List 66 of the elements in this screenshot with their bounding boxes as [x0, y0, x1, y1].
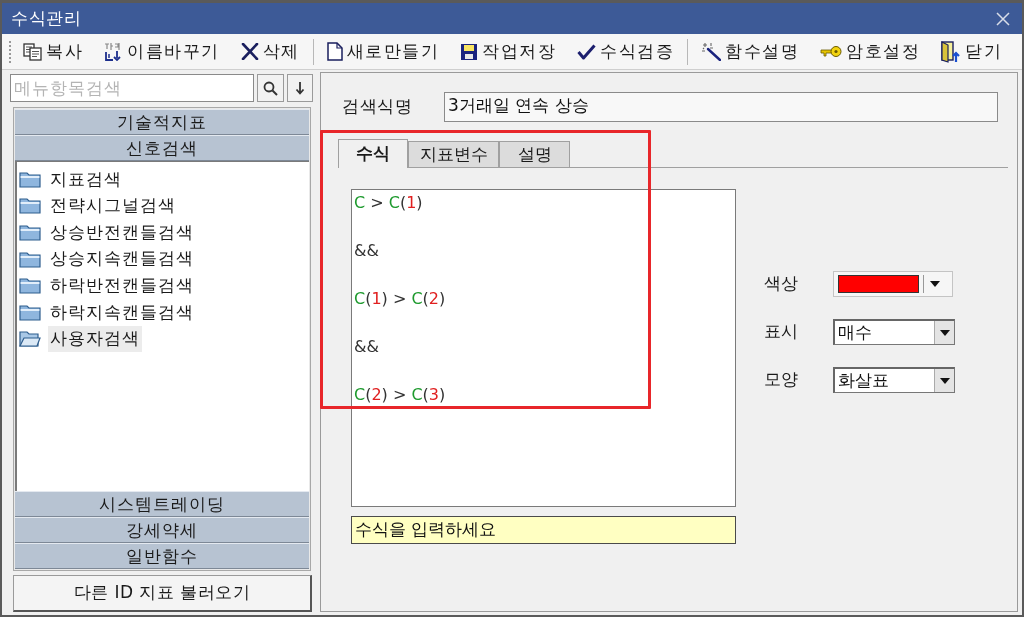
tree-item[interactable]: 하락지속캔들검색	[19, 298, 309, 326]
check-icon	[577, 43, 596, 60]
caret-icon	[930, 281, 940, 287]
search-button[interactable]	[257, 74, 284, 102]
down-button[interactable]	[287, 74, 313, 102]
load-button[interactable]: 다른 ID 지표 불러오기	[13, 575, 312, 612]
password-button[interactable]: 암호설정	[819, 36, 921, 67]
folder-icon	[19, 277, 41, 295]
new-button[interactable]: 새로만들기	[325, 36, 440, 67]
folder-icon	[19, 250, 41, 268]
window-title: 수식관리	[11, 10, 81, 27]
cross-icon	[240, 43, 259, 60]
tree-item[interactable]: 상승반전캔들검색	[19, 219, 309, 246]
caret-icon	[939, 329, 950, 336]
page-icon	[326, 42, 343, 61]
delete-button[interactable]: 삭제	[239, 36, 301, 67]
property-label: 색상	[764, 272, 799, 296]
folder-icon	[19, 197, 41, 215]
letters-arrow-icon	[104, 42, 123, 61]
grip-handle[interactable]	[8, 39, 12, 64]
verify-button[interactable]: 수식검증	[576, 36, 675, 67]
open-folder-icon	[19, 330, 41, 348]
tree-item[interactable]: 하락반전캔들검색	[19, 272, 309, 299]
section-header[interactable]: 시스템트레이딩	[15, 491, 309, 517]
section-header[interactable]: 기술적지표	[15, 109, 309, 135]
section-header[interactable]: 강세약세	[15, 517, 309, 543]
search-field[interactable]: 메뉴항목검색	[10, 74, 254, 102]
copy-button[interactable]: 복사	[22, 36, 84, 67]
tree-item[interactable]: 사용자검색	[19, 325, 309, 353]
hint-field: 수식을 입력하세요	[351, 516, 736, 544]
tab[interactable]: 설명	[499, 141, 570, 167]
tree-item[interactable]: 지표검색	[19, 166, 309, 193]
formula-line: C(2) > C(3)	[354, 384, 446, 406]
tab[interactable]: 수식	[338, 139, 408, 168]
tree-item[interactable]: 상승지속캔들검색	[19, 245, 309, 273]
property-label: 모양	[764, 368, 799, 392]
key-icon	[820, 45, 842, 58]
property-label: 표시	[764, 320, 799, 344]
door-arrow-icon	[941, 40, 961, 63]
color-dropdown[interactable]	[833, 271, 953, 297]
name-field[interactable]: 3거래일 연속 상승	[444, 92, 998, 122]
dropdown[interactable]: 매수	[833, 319, 955, 345]
copy-icon	[23, 42, 42, 61]
tree-item[interactable]: 전략시그널검색	[19, 192, 309, 220]
caret-icon	[939, 377, 950, 384]
close-icon[interactable]	[996, 11, 1010, 26]
formula-line: &&	[354, 240, 379, 262]
folder-icon	[19, 303, 41, 321]
save-button[interactable]: 작업저장	[459, 36, 557, 67]
close-button[interactable]: 닫기	[940, 36, 1003, 67]
section-header[interactable]: 일반함수	[15, 543, 309, 569]
section-header[interactable]: 신호검색	[15, 135, 309, 161]
formula-line: C > C(1)	[354, 192, 423, 214]
dropdown[interactable]: 화살표	[833, 367, 955, 393]
folder-icon	[19, 224, 41, 241]
function-help-button[interactable]: 함수설명	[700, 36, 800, 67]
name-label: 검색식명	[341, 95, 413, 119]
down-arrow-icon	[295, 81, 305, 95]
tab[interactable]: 지표변수	[408, 141, 499, 167]
magic-wand-icon	[701, 42, 721, 61]
formula-line: &&	[354, 336, 379, 358]
folder-icon	[19, 170, 41, 188]
formula-editor[interactable]: C > C(1) && C(1) > C(2) && C(2) > C(3)	[351, 189, 736, 507]
formula-line: C(1) > C(2)	[354, 288, 446, 310]
search-icon	[263, 80, 278, 96]
rename-button[interactable]: 이름바꾸기	[103, 36, 221, 67]
